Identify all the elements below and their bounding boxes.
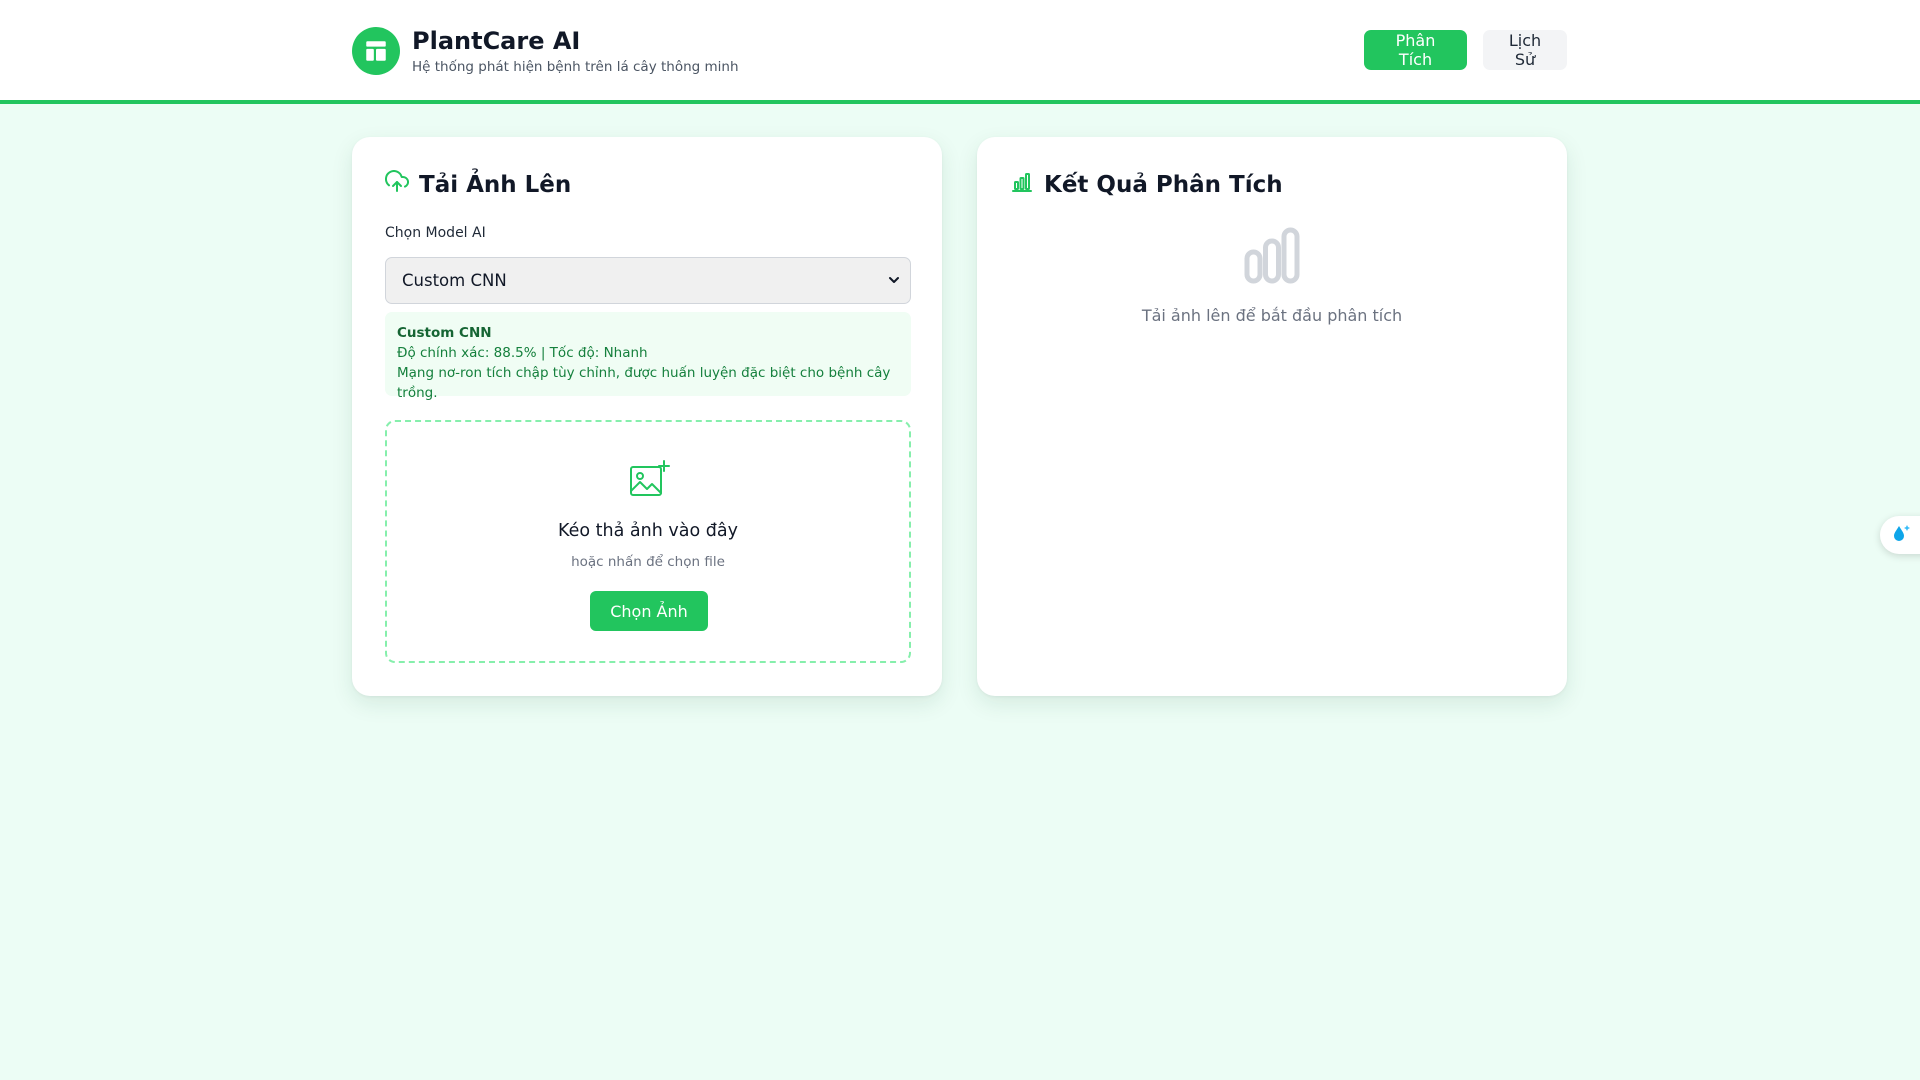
result-card-header: Kết Quả Phân Tích	[1010, 170, 1283, 200]
image-dropzone[interactable]: Kéo thả ảnh vào đây hoặc nhấn để chọn fi…	[385, 420, 911, 663]
dropzone-title: Kéo thả ảnh vào đây	[558, 521, 738, 541]
logo-icon	[352, 27, 400, 75]
choose-image-button[interactable]: Chọn Ảnh	[590, 591, 708, 631]
model-select[interactable]: Custom CNN	[385, 257, 911, 304]
app-title: PlantCare AI	[412, 26, 581, 55]
floating-widget-button[interactable]	[1880, 516, 1920, 554]
image-plus-icon	[627, 458, 671, 506]
model-info-stats: Độ chính xác: 88.5% | Tốc độ: Nhanh	[397, 345, 648, 361]
main-nav: Phân Tích Lịch Sử	[1364, 30, 1567, 70]
model-info-name: Custom CNN	[397, 325, 492, 341]
result-card: Kết Quả Phân Tích Tải ảnh lên để bắt đầu…	[977, 137, 1567, 696]
upload-card: Tải Ảnh Lên Chọn Model AI Custom CNN Cus…	[352, 137, 942, 696]
upload-card-header: Tải Ảnh Lên	[384, 170, 572, 200]
droplet-sparkle-icon	[1890, 522, 1912, 548]
model-select-label: Chọn Model AI	[385, 225, 486, 241]
empty-state-chart-icon	[1243, 227, 1301, 289]
history-nav-button[interactable]: Lịch Sử	[1483, 30, 1567, 70]
upload-card-title: Tải Ảnh Lên	[419, 172, 572, 198]
app-subtitle: Hệ thống phát hiện bệnh trên lá cây thôn…	[412, 58, 739, 75]
upload-cloud-icon	[384, 170, 409, 200]
result-card-title: Kết Quả Phân Tích	[1044, 172, 1283, 198]
brand: PlantCare AI Hệ thống phát hiện bệnh trê…	[352, 26, 739, 76]
model-select-value: Custom CNN	[402, 271, 507, 290]
dropzone-subtitle: hoặc nhấn để chọn file	[571, 554, 725, 570]
analyze-nav-button[interactable]: Phân Tích	[1364, 30, 1467, 70]
chevron-down-icon	[888, 271, 900, 290]
empty-state-text: Tải ảnh lên để bắt đầu phân tích	[1141, 306, 1403, 325]
bar-chart-icon	[1010, 170, 1034, 200]
model-info-box: Custom CNN Độ chính xác: 88.5% | Tốc độ:…	[385, 312, 911, 401]
top-header: PlantCare AI Hệ thống phát hiện bệnh trê…	[0, 0, 1920, 104]
model-info-description: Mạng nơ-ron tích chập tùy chỉnh, được hu…	[397, 365, 891, 401]
